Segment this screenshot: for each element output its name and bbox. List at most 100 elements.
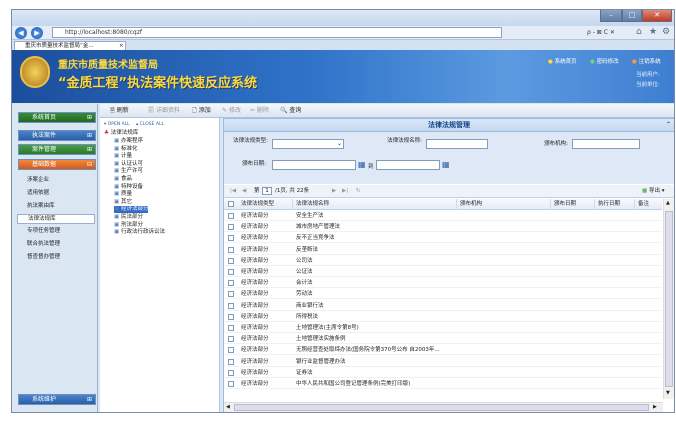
- row-checkbox[interactable]: [228, 280, 234, 287]
- date-to-input[interactable]: [376, 160, 440, 170]
- row-checkbox[interactable]: [228, 235, 234, 242]
- vertical-scrollbar[interactable]: ▲ ▼: [663, 199, 674, 399]
- row-checkbox[interactable]: [228, 313, 234, 320]
- row-checkbox[interactable]: [228, 213, 234, 219]
- sidebar-maintenance[interactable]: 系统维护 ⊞: [18, 394, 96, 405]
- table-row[interactable]: 经济法部分 无照经营查处取缔办法(国务院令第370号公布 自2003年...: [224, 345, 662, 356]
- horizontal-scrollbar[interactable]: ◀ ▶: [224, 402, 663, 412]
- select-all-checkbox[interactable]: [228, 201, 234, 207]
- row-checkbox[interactable]: [228, 291, 234, 298]
- prev-page-icon[interactable]: ◀: [242, 185, 246, 197]
- row-checkbox[interactable]: [228, 246, 234, 253]
- sidebar-basic-data[interactable]: 基础数据 ⊟: [18, 159, 96, 170]
- last-page-icon[interactable]: ▶|: [342, 185, 348, 197]
- table-row[interactable]: 经济法部分 银行业监督管理办法: [224, 357, 662, 367]
- agency-input[interactable]: [572, 139, 640, 149]
- forward-icon[interactable]: ▶: [31, 27, 43, 39]
- close-all-button[interactable]: ▴ CLOSE ALL: [136, 121, 164, 128]
- hscroll-thumb[interactable]: [234, 404, 649, 411]
- row-checkbox[interactable]: [228, 257, 234, 264]
- tab-close-icon[interactable]: ×: [119, 42, 124, 50]
- calendar-icon[interactable]: ▦: [358, 160, 366, 169]
- tree-node[interactable]: ▣ 质量: [114, 191, 132, 198]
- sidebar-cases[interactable]: 执法案件 ⊞: [18, 130, 96, 141]
- tree-node[interactable]: ▣ 认证认可: [114, 161, 143, 168]
- tree-node[interactable]: ▣ 特种设备: [114, 184, 143, 191]
- tree-node[interactable]: ▣ 行政法行政诉讼法: [114, 229, 165, 236]
- sidebar-case-mgmt[interactable]: 案件管理 ⊞: [18, 144, 96, 155]
- table-row[interactable]: 经济法部分 安全生产法: [224, 211, 662, 221]
- law-name-input[interactable]: [426, 139, 488, 149]
- search-refresh-controls[interactable]: ρ - ⊠ C ✕: [587, 29, 615, 36]
- sidebar-item-basis[interactable]: 适用依据: [19, 189, 49, 197]
- tree-node[interactable]: ▣ 经济法部分: [114, 206, 149, 214]
- table-row[interactable]: 经济法部分 会计法: [224, 278, 662, 289]
- sidebar-item-companies[interactable]: 涉案企业: [19, 176, 49, 184]
- sidebar-item-causes[interactable]: 执法案由库: [19, 202, 55, 210]
- sidebar-item-laws[interactable]: 法律法规库: [17, 214, 95, 224]
- row-checkbox[interactable]: [228, 336, 234, 343]
- row-checkbox[interactable]: [228, 269, 234, 275]
- table-row[interactable]: 经济法部分 公证法: [224, 267, 662, 277]
- table-row[interactable]: 经济法部分 反垄断法: [224, 245, 662, 255]
- first-page-icon[interactable]: |◀: [230, 185, 236, 197]
- table-row[interactable]: 经济法部分 公司法: [224, 256, 662, 266]
- minimize-button[interactable]: –: [600, 10, 622, 22]
- table-row[interactable]: 经济法部分 土地管理法实施条例: [224, 334, 662, 345]
- row-checkbox[interactable]: [228, 358, 234, 365]
- sidebar-item-tasks[interactable]: 专项任务管理: [19, 227, 60, 235]
- sidebar-home[interactable]: 系统首页 ⊞: [18, 112, 96, 123]
- browser-tab[interactable]: 重庆市质量技术监督局“金... ×: [14, 41, 126, 50]
- edit-button[interactable]: ✎ 修改: [222, 107, 241, 115]
- table-row[interactable]: 经济法部分 商业银行法: [224, 301, 662, 311]
- row-checkbox[interactable]: [228, 369, 234, 376]
- tree-node[interactable]: ▣ 计量: [114, 153, 132, 160]
- table-row[interactable]: 经济法部分 所得税法: [224, 312, 662, 322]
- table-row[interactable]: 经济法部分 土地管理法(主席令第8号): [224, 323, 662, 333]
- column-effective-date[interactable]: 执行日期: [595, 199, 635, 210]
- query-button[interactable]: 🔍 查询: [280, 107, 301, 115]
- maximize-button[interactable]: □: [622, 10, 642, 22]
- details-button[interactable]: 🗐 详细资料: [148, 107, 180, 115]
- scroll-thumb[interactable]: [665, 211, 673, 387]
- tree-node[interactable]: ▣ 食品: [114, 176, 132, 183]
- tree-root[interactable]: ♣ 法律法规库: [104, 130, 138, 137]
- collapse-panel-icon[interactable]: ⌃: [666, 119, 671, 131]
- calendar-icon[interactable]: ▦: [442, 160, 450, 169]
- url-input[interactable]: http://localhost:8080/cqzf: [52, 27, 502, 38]
- open-all-button[interactable]: ▾ OPEN ALL: [104, 121, 130, 128]
- column-agency[interactable]: 颁布机构: [457, 199, 551, 210]
- table-row[interactable]: 经济法部分 证券法: [224, 368, 662, 378]
- row-checkbox[interactable]: [228, 347, 234, 354]
- tree-node[interactable]: ▣ 标准化: [114, 146, 137, 153]
- table-row[interactable]: 经济法部分 反不正当竞争法: [224, 233, 662, 244]
- scroll-up-icon[interactable]: ▲: [666, 200, 670, 206]
- scroll-left-icon[interactable]: ◀: [226, 404, 230, 410]
- home-icon[interactable]: ⌂: [636, 27, 642, 37]
- column-issue-date[interactable]: 颁布日期: [551, 199, 595, 210]
- close-button[interactable]: ✕: [642, 10, 672, 22]
- sidebar-item-joint[interactable]: 联合执法管理: [19, 240, 60, 248]
- date-from-input[interactable]: [272, 160, 356, 170]
- table-row[interactable]: 经济法部分 劳动法: [224, 289, 662, 300]
- sidebar-item-supervise[interactable]: 督查督办管理: [19, 253, 60, 261]
- add-button[interactable]: 🗋 添加: [192, 107, 211, 115]
- tree-node[interactable]: ▣ 刑法部分: [114, 222, 143, 229]
- password-link[interactable]: ● 密码修改: [590, 57, 619, 65]
- favorites-icon[interactable]: ★: [649, 27, 657, 37]
- settings-gear-icon[interactable]: ⚙: [662, 27, 670, 37]
- tree-node[interactable]: ▣ 其它: [114, 199, 132, 206]
- page-number-input[interactable]: 1: [262, 187, 272, 195]
- table-row[interactable]: 经济法部分 城市房地产管理法: [224, 222, 662, 233]
- scroll-right-icon[interactable]: ▶: [653, 404, 657, 410]
- row-checkbox[interactable]: [228, 302, 234, 309]
- home-link[interactable]: ● 系统首页: [548, 57, 577, 65]
- tree-node[interactable]: ▣ 民法部分: [114, 214, 143, 221]
- next-page-icon[interactable]: ▶: [332, 185, 336, 197]
- logout-link[interactable]: ● 注销系统: [632, 57, 661, 65]
- refresh-button[interactable]: 🗎 刷新: [110, 107, 129, 115]
- tree-node[interactable]: ▣ 办案程序: [114, 138, 143, 145]
- delete-button[interactable]: ✂ 删除: [250, 107, 269, 115]
- row-checkbox[interactable]: [228, 325, 234, 331]
- scroll-down-icon[interactable]: ▼: [666, 390, 670, 396]
